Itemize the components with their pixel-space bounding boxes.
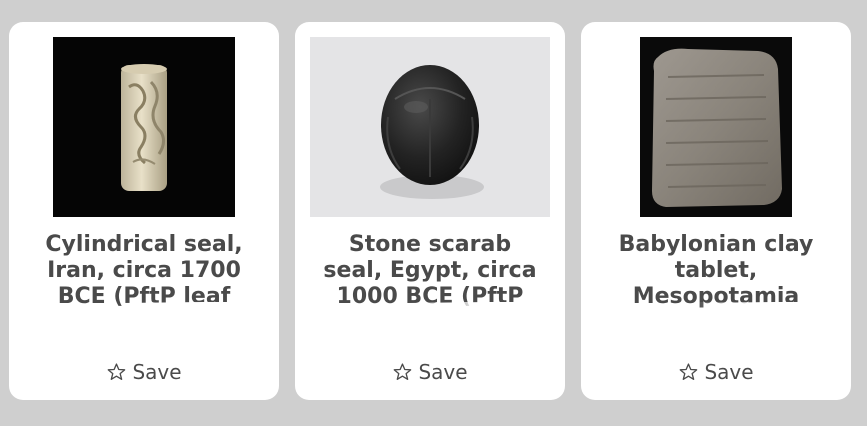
cylindrical-seal-image[interactable]	[53, 37, 235, 217]
star-outline-icon	[107, 363, 126, 380]
collection-cards: Cylindrical seal, Iran, circa 1700 BCE (…	[9, 22, 851, 400]
card-title[interactable]: Babylonian clay tablet, Mesopotamia	[605, 232, 827, 314]
collection-card: Babylonian clay tablet, Mesopotamia Save	[581, 22, 851, 400]
card-title[interactable]: Cylindrical seal, Iran, circa 1700 BCE (…	[33, 232, 255, 314]
star-outline-icon	[679, 363, 698, 380]
save-button[interactable]: Save	[392, 360, 468, 384]
save-button[interactable]: Save	[106, 360, 182, 384]
card-title[interactable]: Stone scarab seal, Egypt, circa 1000 BCE…	[319, 232, 541, 314]
save-label: Save	[132, 360, 182, 384]
collection-card: Stone scarab seal, Egypt, circa 1000 BCE…	[295, 22, 565, 400]
stone-scarab-seal-image[interactable]	[310, 37, 550, 217]
babylonian-clay-tablet-image[interactable]	[640, 37, 792, 217]
save-label: Save	[418, 360, 468, 384]
save-label: Save	[704, 360, 754, 384]
star-outline-icon	[393, 363, 412, 380]
save-button[interactable]: Save	[678, 360, 754, 384]
collection-card: Cylindrical seal, Iran, circa 1700 BCE (…	[9, 22, 279, 400]
